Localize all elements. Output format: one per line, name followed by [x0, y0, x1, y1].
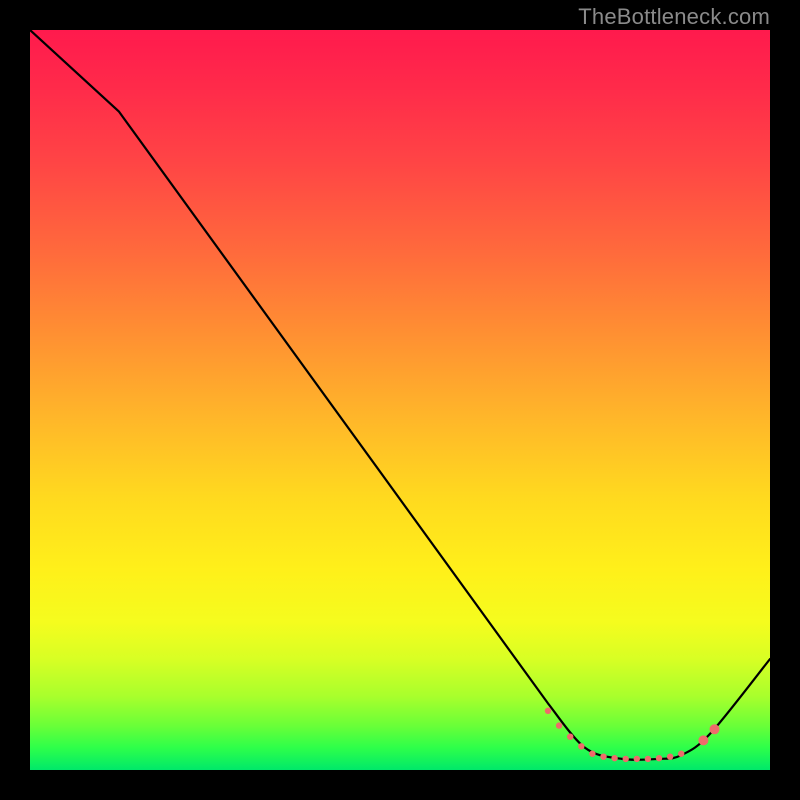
marker-dot — [623, 756, 629, 762]
marker-dot — [567, 734, 573, 740]
marker-dot — [656, 755, 662, 761]
marker-dot — [634, 756, 640, 762]
watermark-text: TheBottleneck.com — [578, 4, 770, 30]
marker-dot — [678, 751, 684, 757]
marker-dots — [545, 708, 720, 763]
marker-dot — [589, 751, 595, 757]
plot-area — [30, 30, 770, 770]
marker-dot — [611, 755, 617, 761]
marker-dot — [645, 756, 651, 762]
chart-svg — [30, 30, 770, 770]
marker-dot — [667, 753, 673, 759]
marker-dot — [600, 753, 606, 759]
marker-dot — [578, 743, 584, 749]
marker-dot — [545, 708, 551, 714]
series-curve — [30, 30, 770, 760]
marker-dot — [556, 722, 562, 728]
marker-dot — [698, 735, 708, 745]
marker-dot — [710, 724, 720, 734]
chart-frame: TheBottleneck.com — [0, 0, 800, 800]
